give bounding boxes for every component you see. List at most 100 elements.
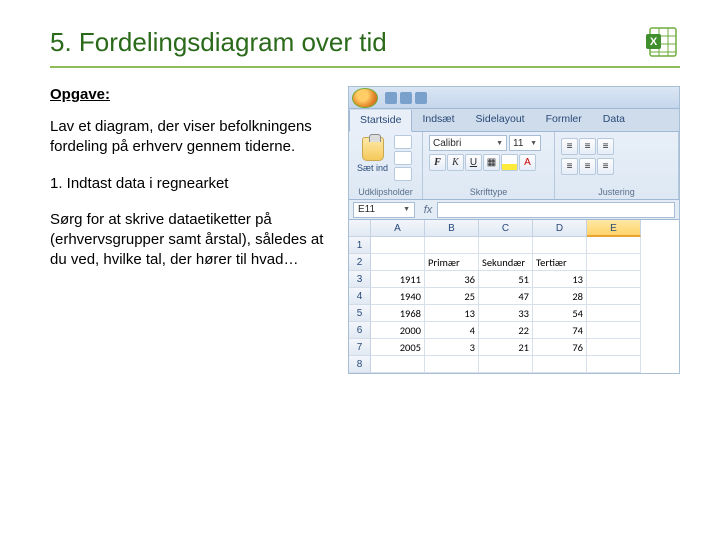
cell[interactable] [587,288,641,305]
align-middle-icon[interactable]: ≡ [579,138,596,155]
excel-window: StartsideIndsætSidelayoutFormlerData Sæt… [348,86,680,374]
cell[interactable]: 4 [425,322,479,339]
align-bottom-icon[interactable]: ≡ [597,138,614,155]
select-all-corner[interactable] [349,220,371,237]
cell[interactable] [371,356,425,373]
paste-button[interactable]: Sæt ind [355,135,390,175]
qat-redo-icon[interactable] [415,92,427,104]
col-header[interactable]: C [479,220,533,237]
cell[interactable] [479,237,533,254]
cell[interactable]: 1911 [371,271,425,288]
font-color-button[interactable]: A [519,154,536,171]
align-left-icon[interactable]: ≡ [561,158,578,175]
cell[interactable]: 2005 [371,339,425,356]
ribbon-body: Sæt ind Udklipsholder Calibri▼ [349,132,679,200]
cell[interactable] [533,356,587,373]
row-header[interactable]: 7 [349,339,371,356]
row-header[interactable]: 5 [349,305,371,322]
step-1: 1. Indtast data i regnearket [50,174,330,194]
cell[interactable] [425,356,479,373]
col-header[interactable]: B [425,220,479,237]
cell[interactable]: 76 [533,339,587,356]
office-button[interactable] [352,88,378,108]
cell[interactable]: Tertiær [533,254,587,271]
fill-color-button[interactable] [501,154,518,171]
align-top-icon[interactable]: ≡ [561,138,578,155]
svg-text:X: X [650,36,658,48]
formula-input[interactable] [437,202,675,218]
cell[interactable]: 25 [425,288,479,305]
cell[interactable] [587,339,641,356]
border-button[interactable]: ▦ [483,154,500,171]
clipboard-icon [362,137,384,161]
tab-data[interactable]: Data [593,109,636,131]
cell[interactable] [587,254,641,271]
copy-icon[interactable] [394,151,412,165]
group-alignment: ≡ ≡ ≡ ≡ ≡ ≡ Justering [555,132,679,199]
cell[interactable] [587,322,641,339]
format-painter-icon[interactable] [394,167,412,181]
cell[interactable] [587,305,641,322]
cell[interactable]: 13 [533,271,587,288]
underline-button[interactable]: U [465,154,482,171]
col-header[interactable]: D [533,220,587,237]
name-box[interactable]: E11▼ [353,202,415,218]
cell[interactable] [371,254,425,271]
italic-button[interactable]: K [447,154,464,171]
title-row: 5. Fordelingsdiagram over tid X [50,24,680,68]
cell[interactable]: 47 [479,288,533,305]
fx-icon[interactable]: fx [419,204,437,216]
cell[interactable]: 36 [425,271,479,288]
row-header[interactable]: 2 [349,254,371,271]
chevron-down-icon: ▼ [530,140,537,147]
cell[interactable]: 33 [479,305,533,322]
cell[interactable]: 1940 [371,288,425,305]
tab-sidelayout[interactable]: Sidelayout [466,109,536,131]
row-header[interactable]: 4 [349,288,371,305]
row-header[interactable]: 6 [349,322,371,339]
cell[interactable] [587,356,641,373]
cell[interactable]: 51 [479,271,533,288]
worksheet[interactable]: ABCDE 12PrimærSekundærTertiær31911365113… [349,220,679,373]
tab-indsæt[interactable]: Indsæt [412,109,465,131]
qat-undo-icon[interactable] [400,92,412,104]
instructions-panel: Opgave: Lav et diagram, der viser befolk… [50,86,330,374]
tab-startside[interactable]: Startside [349,110,412,132]
cell[interactable] [479,356,533,373]
excel-logo-icon: X [644,24,680,60]
cell[interactable] [533,237,587,254]
cell[interactable]: 21 [479,339,533,356]
cell[interactable] [425,237,479,254]
col-header[interactable]: A [371,220,425,237]
cut-icon[interactable] [394,135,412,149]
cell[interactable]: 2000 [371,322,425,339]
cell[interactable]: 74 [533,322,587,339]
row-header[interactable]: 3 [349,271,371,288]
cell[interactable]: 3 [425,339,479,356]
qat-save-icon[interactable] [385,92,397,104]
step-1-detail: Sørg for at skrive dataetiketter på (erh… [50,210,330,271]
formula-bar: E11▼ fx [349,200,679,220]
row-header[interactable]: 8 [349,356,371,373]
cell[interactable]: 54 [533,305,587,322]
align-right-icon[interactable]: ≡ [597,158,614,175]
cell[interactable]: 22 [479,322,533,339]
font-name-combo[interactable]: Calibri▼ [429,135,507,151]
quick-access-toolbar[interactable] [381,92,431,104]
cell[interactable]: 28 [533,288,587,305]
cell[interactable]: 13 [425,305,479,322]
cell[interactable]: Primær [425,254,479,271]
tab-formler[interactable]: Formler [536,109,593,131]
paste-label: Sæt ind [357,163,388,173]
cell[interactable] [371,237,425,254]
font-size-combo[interactable]: 11▼ [509,135,541,151]
cell[interactable] [587,237,641,254]
row-header[interactable]: 1 [349,237,371,254]
cell[interactable]: Sekundær [479,254,533,271]
title-bar [349,87,679,109]
cell[interactable] [587,271,641,288]
col-header[interactable]: E [587,220,641,237]
cell[interactable]: 1968 [371,305,425,322]
bold-button[interactable]: F [429,154,446,171]
align-center-icon[interactable]: ≡ [579,158,596,175]
